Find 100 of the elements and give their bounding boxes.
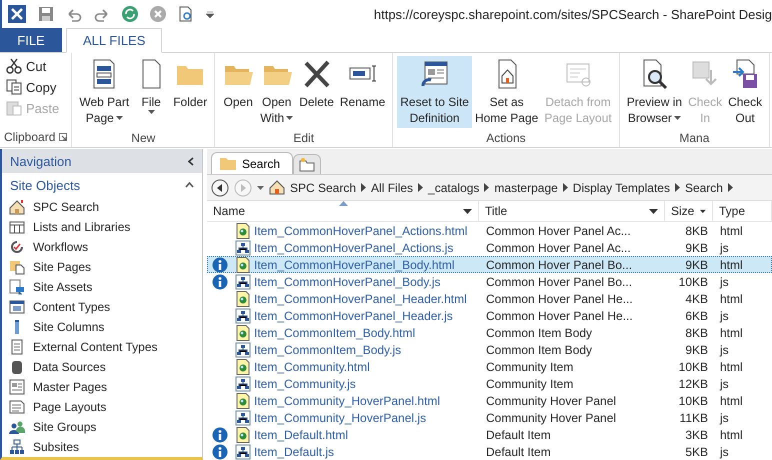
nav-item[interactable]: External Content Types xyxy=(2,337,202,357)
group-label: Actions xyxy=(486,130,526,144)
table-row[interactable]: Item_CommonHoverPanel_Body.js Common Hover Panel Bo... 10KB js xyxy=(207,273,772,290)
nav-item[interactable]: Page Layouts xyxy=(2,397,202,417)
ribbon-button[interactable]: Reset to Site Definition xyxy=(397,56,472,128)
nav-item[interactable]: Site Assets xyxy=(2,277,202,297)
table-cell-text: js xyxy=(718,445,730,459)
app-logo-icon[interactable] xyxy=(8,5,26,23)
ribbon-button[interactable]: Delete xyxy=(296,56,337,128)
table-row[interactable]: Item_Community.html Community Item 10KB html xyxy=(207,358,772,375)
ribbon-button[interactable]: Cut xyxy=(4,56,68,76)
file-name[interactable]: Item_Default.js xyxy=(254,445,334,459)
ribbon-tab[interactable]: FILE xyxy=(0,28,62,52)
file-name[interactable]: Item_CommonHoverPanel_Actions.js xyxy=(254,241,454,255)
file-name[interactable]: Item_Community_HoverPanel.js xyxy=(254,411,426,425)
file-name[interactable]: Item_Community.js xyxy=(254,377,356,391)
ribbon-button[interactable]: File xyxy=(132,56,170,128)
ribbon-button[interactable]: Rename xyxy=(336,56,388,128)
file-name[interactable]: Item_Community_HoverPanel.html xyxy=(254,394,440,408)
ribbon-button[interactable]: Web Part Page xyxy=(76,56,132,128)
column-header[interactable]: Size xyxy=(665,201,713,221)
customize-icon[interactable] xyxy=(206,10,214,18)
file-name[interactable]: Item_Community.html xyxy=(254,360,370,374)
ribbon-tab[interactable]: ALL FILES xyxy=(66,28,162,53)
ribbon-button[interactable]: Check Out xyxy=(725,56,766,128)
back-icon[interactable] xyxy=(211,178,229,196)
breadcrumb-item[interactable]: Search xyxy=(684,180,723,194)
breadcrumb-item[interactable]: All Files xyxy=(371,180,414,194)
file-name[interactable]: Item_CommonHoverPanel_Header.js xyxy=(254,309,453,323)
table-row[interactable]: Item_Default.html Default Item 3KB html xyxy=(207,426,772,443)
file-name[interactable]: Item_CommonHoverPanel_Body.html xyxy=(254,258,455,272)
nav-item[interactable]: Site Groups xyxy=(2,417,202,437)
dropdown-icon[interactable] xyxy=(257,186,264,190)
table-row[interactable]: Item_CommonItem_Body.html Common Item Body 8KB html xyxy=(207,324,772,341)
file-name[interactable]: Item_CommonHoverPanel_Header.html xyxy=(254,292,467,306)
file-name[interactable]: Item_CommonHoverPanel_Actions.html xyxy=(254,224,468,238)
collapse-icon[interactable] xyxy=(185,182,194,188)
nav-item[interactable]: Data Sources xyxy=(2,357,202,377)
table-cell-text: Common Hover Panel He... xyxy=(485,309,634,323)
ribbon-button[interactable]: Open With xyxy=(257,56,296,128)
nav-item[interactable]: Workflows xyxy=(2,237,202,257)
nav-item[interactable]: Site Pages xyxy=(2,257,202,277)
table-cell-text: Community Item xyxy=(485,360,574,374)
table-cell-text: Community Hover Panel xyxy=(485,394,618,408)
script-file-icon xyxy=(235,274,251,290)
table-row[interactable]: Item_CommonItem_Body.js Common Item Body 9KB js xyxy=(207,341,772,358)
table-row[interactable]: Item_Default.js Default Item 5KB js xyxy=(207,443,772,460)
breadcrumb-item[interactable]: SPC Search xyxy=(290,180,356,194)
nav-item[interactable]: Content Types xyxy=(2,297,202,317)
table-row[interactable]: Item_CommonHoverPanel_Header.html Common Hover Panel He... 4KB html xyxy=(207,290,772,307)
ribbon-button[interactable]: Copy xyxy=(4,77,68,97)
table-row[interactable]: Item_CommonHoverPanel_Body.html Common Hover Panel Bo... 9KB html xyxy=(207,256,772,273)
launcher-icon[interactable] xyxy=(59,133,68,141)
group-label: New xyxy=(131,130,156,144)
column-header[interactable]: Name xyxy=(207,201,479,221)
filter-icon[interactable] xyxy=(463,208,472,214)
table-icon xyxy=(9,219,25,235)
table-cell-text: Common Hover Panel Bo... xyxy=(485,258,634,272)
breadcrumb-item[interactable]: masterpage xyxy=(494,180,558,194)
nav-item[interactable]: Subsites xyxy=(2,437,202,457)
table-cell-text: js xyxy=(718,241,730,255)
ribbon-button[interactable]: Set as Home Page xyxy=(472,56,542,128)
filter-icon[interactable] xyxy=(649,208,658,214)
table-row[interactable]: Item_CommonHoverPanel_Actions.js Common Hover Panel Ac... 9KB js xyxy=(207,239,772,256)
file-name[interactable]: Item_CommonHoverPanel_Body.js xyxy=(254,275,441,289)
folder-icon xyxy=(299,158,316,172)
breadcrumb-item[interactable]: _catalogs xyxy=(428,180,480,194)
new-tab-button[interactable] xyxy=(293,154,322,174)
document-tab[interactable]: Search xyxy=(211,152,294,174)
nav-item[interactable]: SPC Search xyxy=(2,197,202,217)
save-icon[interactable] xyxy=(38,6,54,22)
collapse-icon[interactable] xyxy=(188,156,194,166)
table-cell-text: Common Hover Panel He... xyxy=(485,292,634,306)
filter-icon[interactable] xyxy=(700,208,706,214)
column-header[interactable]: Title xyxy=(479,201,665,221)
nav-item[interactable]: Site Columns xyxy=(2,317,202,337)
table-cell-text: Common Hover Panel Ac... xyxy=(485,241,632,255)
ribbon-button[interactable]: Open xyxy=(219,56,258,128)
preview-icon[interactable] xyxy=(178,6,194,22)
column-header[interactable]: Type xyxy=(713,201,772,221)
table-cell-text: js xyxy=(718,343,730,357)
refresh-icon[interactable] xyxy=(122,6,138,22)
table-cell-text: html xyxy=(719,292,744,306)
caret-icon xyxy=(116,116,123,120)
table-row[interactable]: Item_CommonHoverPanel_Header.js Common Hover Panel He... 6KB js xyxy=(207,307,772,324)
table-cell-text: js xyxy=(718,377,730,391)
nav-item[interactable]: Master Pages xyxy=(2,377,202,397)
file-name[interactable]: Item_CommonItem_Body.js xyxy=(254,343,402,357)
file-name[interactable]: Item_CommonItem_Body.html xyxy=(254,326,416,340)
ribbon-button[interactable]: Folder xyxy=(170,56,210,128)
table-row[interactable]: Item_CommonHoverPanel_Actions.html Common Hover Panel Ac... 8KB html xyxy=(207,222,772,239)
file-name[interactable]: Item_Default.html xyxy=(254,428,348,442)
table-cell-text: Community Item xyxy=(485,377,574,391)
table-row[interactable]: Item_Community_HoverPanel.js Community Hover Panel 11KB js xyxy=(207,409,772,426)
table-cell-text: html xyxy=(719,428,744,442)
breadcrumb-item[interactable]: Display Templates xyxy=(572,180,670,194)
nav-item[interactable]: Lists and Libraries xyxy=(2,217,202,237)
ribbon-button[interactable]: Preview in Browser xyxy=(624,56,686,128)
table-row[interactable]: Item_Community_HoverPanel.html Community Hover Panel 10KB html xyxy=(207,392,772,409)
table-row[interactable]: Item_Community.js Community Item 12KB js xyxy=(207,375,772,392)
